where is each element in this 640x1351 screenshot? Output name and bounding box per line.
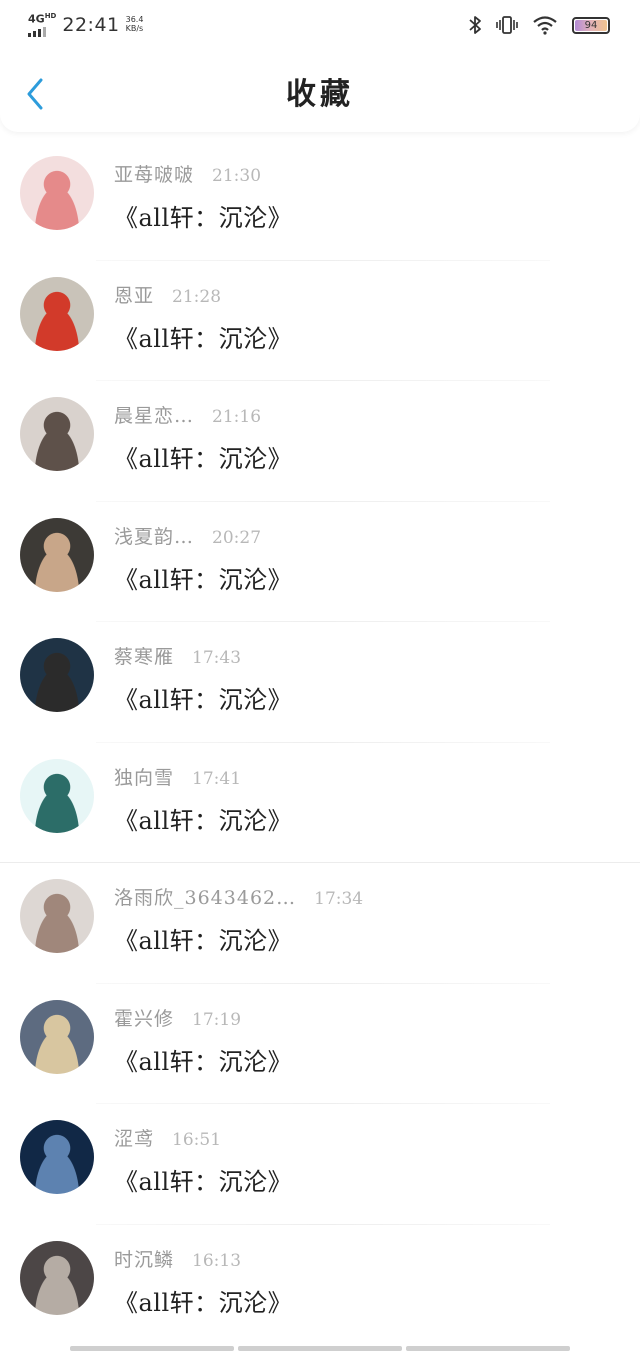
user-name[interactable]: 霍兴修 [114,1004,174,1031]
page-title: 收藏 [286,77,354,112]
timestamp: 16:51 [172,1130,222,1150]
user-name[interactable]: 蔡寒雁 [114,642,174,669]
message-content[interactable]: 《all轩：沉沦》 [114,198,292,233]
message-content[interactable]: 《all轩：沉沦》 [114,921,292,956]
user-name[interactable]: 恩亚 [114,281,154,308]
timestamp: 17:19 [192,1009,242,1030]
bottom-scroll-indicator [70,1346,570,1351]
signal-icon [28,26,46,37]
network-indicator: 4GHD [28,13,56,37]
network-speed: 36.4 KB/s [125,15,144,34]
message-content[interactable]: 《all轩：沉沦》 [114,439,292,474]
message-content[interactable]: 《all轩：沉沦》 [114,1042,292,1077]
avatar[interactable] [20,879,94,953]
list-item[interactable]: 蔡寒雁 17:43 《all轩：沉沦》 [0,622,640,743]
avatar[interactable] [20,1120,94,1194]
list-item[interactable]: 独向雪 17:41 《all轩：沉沦》 [0,743,640,863]
user-name[interactable]: 时沉鳞 [114,1245,174,1272]
timestamp: 17:34 [314,889,364,909]
user-name[interactable]: 洛雨欣_3643462… [114,883,296,910]
avatar[interactable] [20,638,94,712]
network-type: 4G [28,12,45,26]
message-content[interactable]: 《all轩：沉沦》 [114,801,292,836]
user-name[interactable]: 涩鸢 [114,1124,154,1151]
avatar[interactable] [20,276,94,351]
speed-unit: KB/s [125,24,144,33]
list-item[interactable]: 恩亚 21:28 《all轩：沉沦》 [0,261,640,381]
user-name[interactable]: 浅夏韵… [114,522,194,549]
status-bar: 4GHD 22:41 36.4 KB/s 94 [0,0,640,50]
timestamp: 21:28 [172,286,222,307]
list-item[interactable]: 亚苺啵啵 21:30 《all轩：沉沦》 [0,140,640,261]
avatar[interactable] [20,517,94,592]
clock: 22:41 [62,14,120,36]
timestamp: 17:41 [192,768,242,789]
message-content[interactable]: 《all轩：沉沦》 [114,1283,292,1318]
favorites-list: 亚苺啵啵 21:30 《all轩：沉沦》 恩亚 21:28 《all轩：沉沦》 … [0,140,640,1345]
timestamp: 21:16 [212,407,262,427]
user-name[interactable]: 晨星恋… [114,401,194,428]
message-content[interactable]: 《all轩：沉沦》 [114,560,292,595]
header: 收藏 [0,50,640,132]
battery-level: 94 [584,19,598,31]
user-name[interactable]: 亚苺啵啵 [114,160,194,187]
avatar[interactable] [20,999,94,1074]
wifi-icon [533,16,557,35]
status-right: 94 [468,15,610,35]
list-item[interactable]: 浅夏韵… 20:27 《all轩：沉沦》 [0,502,640,622]
timestamp: 20:27 [212,527,262,548]
avatar[interactable] [20,758,94,833]
timestamp: 16:13 [192,1250,242,1271]
message-content[interactable]: 《all轩：沉沦》 [114,1162,292,1197]
screen: 4GHD 22:41 36.4 KB/s 94 收藏 亚苺啵啵 21:30 《a… [0,0,640,1351]
message-content[interactable]: 《all轩：沉沦》 [114,680,292,715]
network-hd: HD [44,12,57,21]
list-item[interactable]: 时沉鳞 16:13 《all轩：沉沦》 [0,1225,640,1346]
user-name[interactable]: 独向雪 [114,763,174,790]
list-item[interactable]: 洛雨欣_3643462… 17:34 《all轩：沉沦》 [0,863,640,984]
battery-icon: 94 [572,16,610,34]
status-left: 4GHD 22:41 36.4 KB/s [28,13,143,37]
vibrate-icon [496,16,518,34]
avatar[interactable] [20,1240,94,1315]
timestamp: 17:43 [192,648,242,668]
list-item[interactable]: 霍兴修 17:19 《all轩：沉沦》 [0,984,640,1104]
list-item[interactable]: 涩鸢 16:51 《all轩：沉沦》 [0,1104,640,1225]
avatar[interactable] [20,156,94,230]
timestamp: 21:30 [212,166,262,186]
back-button[interactable] [20,76,50,112]
message-content[interactable]: 《all轩：沉沦》 [114,319,292,354]
avatar[interactable] [20,397,94,471]
chevron-left-icon [27,78,43,110]
bluetooth-icon [469,16,481,34]
list-item[interactable]: 晨星恋… 21:16 《all轩：沉沦》 [0,381,640,502]
